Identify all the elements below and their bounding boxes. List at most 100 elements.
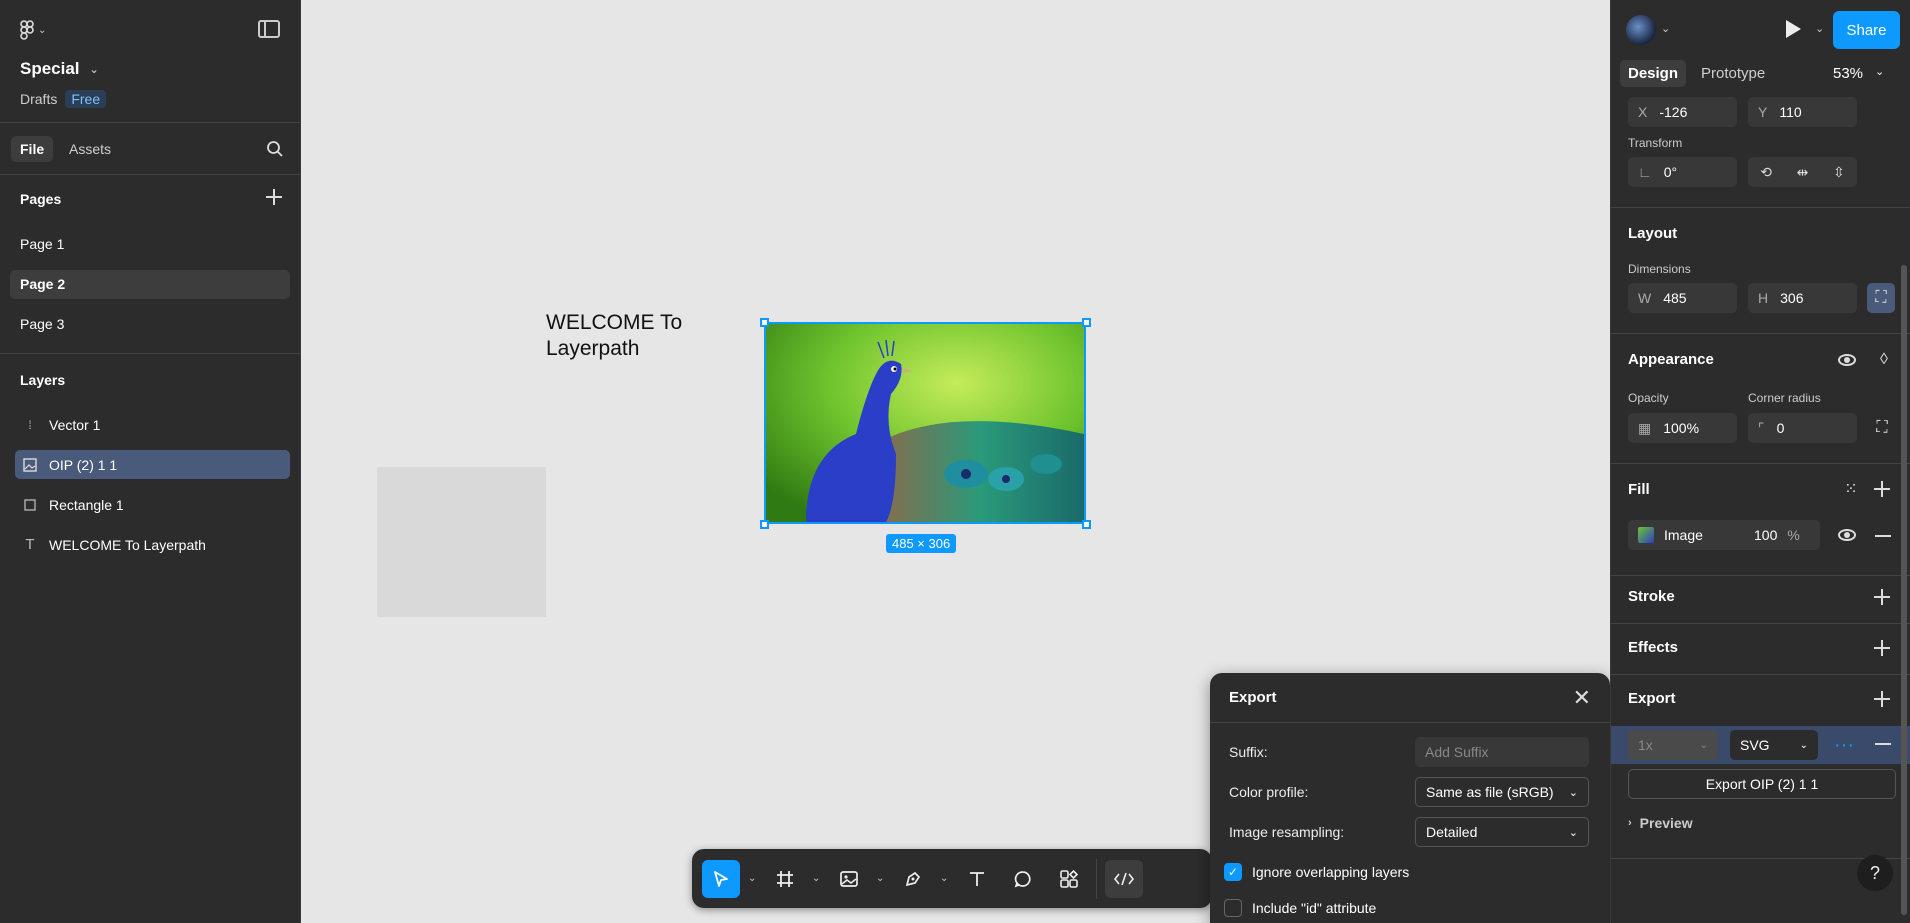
present-play-icon[interactable] xyxy=(1786,20,1801,38)
page-item-2[interactable]: Page 2 xyxy=(10,270,290,299)
export-layer-button[interactable]: Export OIP (2) 1 1 xyxy=(1628,769,1896,799)
layer-item-text[interactable]: T WELCOME To Layerpath xyxy=(15,530,290,559)
add-fill-icon[interactable] xyxy=(1874,481,1890,497)
opacity-icon: ▦ xyxy=(1638,419,1652,436)
drafts-link[interactable]: Drafts xyxy=(20,91,57,107)
styles-grid-icon[interactable]: ⁙ xyxy=(1836,474,1866,504)
main-menu-button[interactable]: ⌄ xyxy=(20,20,46,40)
panel-scrollbar[interactable] xyxy=(1901,265,1907,915)
resize-handle-top-right[interactable] xyxy=(1082,318,1091,327)
opacity-field[interactable]: ▦ 100% xyxy=(1628,413,1737,443)
rectangle-layer[interactable] xyxy=(377,467,546,617)
suffix-input[interactable]: Add Suffix xyxy=(1415,737,1589,767)
fill-row[interactable]: Image 100 % xyxy=(1628,520,1820,550)
export-format-select[interactable]: SVG ⌄ xyxy=(1730,730,1818,760)
resize-handle-bottom-left[interactable] xyxy=(760,520,769,529)
share-button[interactable]: Share xyxy=(1833,11,1900,49)
help-button[interactable]: ? xyxy=(1857,855,1893,891)
chevron-down-icon[interactable]: ⌄ xyxy=(812,873,822,884)
fill-visibility-eye-icon[interactable] xyxy=(1838,529,1856,541)
divider xyxy=(0,353,300,354)
constrain-proportions-icon[interactable]: ⛶ xyxy=(1867,283,1895,313)
preview-toggle[interactable]: › Preview xyxy=(1628,815,1693,831)
right-header: ⌄ ⌄ Share xyxy=(1611,0,1910,60)
add-export-icon[interactable] xyxy=(1874,691,1890,707)
cursor-icon xyxy=(714,870,728,887)
w-label: W xyxy=(1638,290,1652,306)
tab-design[interactable]: Design xyxy=(1620,60,1687,87)
suffix-row: Suffix: Add Suffix xyxy=(1229,737,1589,767)
independent-corners-icon[interactable]: ⛶ xyxy=(1867,413,1897,443)
add-stroke-icon[interactable] xyxy=(1874,589,1890,605)
height-field[interactable]: H 306 xyxy=(1748,283,1857,313)
file-name[interactable]: Special ⌄ xyxy=(20,59,99,79)
layer-item-rectangle[interactable]: Rectangle 1 xyxy=(15,490,290,519)
chevron-down-icon: ⌄ xyxy=(1568,786,1578,799)
figma-logo-icon xyxy=(20,20,34,40)
rectangle-icon xyxy=(23,498,37,512)
y-position-field[interactable]: Y 110 xyxy=(1748,97,1857,127)
frame-tool-button[interactable] xyxy=(766,860,804,898)
chevron-down-icon[interactable]: ⌄ xyxy=(1815,22,1824,35)
layer-item-image[interactable]: OIP (2) 1 1 xyxy=(15,450,290,479)
move-tool-button[interactable] xyxy=(702,859,740,898)
chevron-down-icon: ⌄ xyxy=(1568,826,1578,839)
ignore-overlapping-checkbox[interactable]: ✓ xyxy=(1224,863,1242,881)
pen-tool-button[interactable] xyxy=(894,860,932,898)
welcome-text-layer[interactable]: WELCOME To Layerpath xyxy=(546,310,706,362)
search-icon[interactable] xyxy=(266,140,284,158)
add-page-icon[interactable] xyxy=(266,189,282,205)
export-dialog: Export ✕ Suffix: Add Suffix Color profil… xyxy=(1210,673,1610,923)
resize-handle-top-left[interactable] xyxy=(760,318,769,327)
remove-export-icon[interactable] xyxy=(1875,743,1891,745)
chevron-down-icon[interactable]: ⌄ xyxy=(940,873,950,884)
include-id-checkbox[interactable] xyxy=(1224,899,1242,917)
resources-tool-button[interactable] xyxy=(1050,860,1088,898)
plan-badge[interactable]: Free xyxy=(65,90,107,108)
blend-mode-icon[interactable]: ◊ xyxy=(1873,345,1895,375)
rotate-90-icon[interactable]: ⟲ xyxy=(1760,164,1772,181)
comment-tool-button[interactable] xyxy=(1004,860,1042,898)
zoom-control[interactable]: 53% ⌄ xyxy=(1833,65,1884,82)
file-name-label: Special xyxy=(20,59,80,78)
peacock-image-layer[interactable] xyxy=(764,322,1086,524)
rotation-field[interactable]: ∟ 0° xyxy=(1628,157,1737,187)
dev-mode-toggle[interactable] xyxy=(1105,859,1143,898)
x-position-field[interactable]: X -126 xyxy=(1628,97,1737,127)
tab-file[interactable]: File xyxy=(11,136,54,162)
page-item-3[interactable]: Page 3 xyxy=(10,310,290,339)
visibility-eye-icon[interactable] xyxy=(1838,354,1856,366)
tab-prototype[interactable]: Prototype xyxy=(1693,60,1773,87)
chevron-down-icon[interactable]: ⌄ xyxy=(876,873,886,884)
flip-horizontal-icon[interactable]: ⇹ xyxy=(1797,164,1809,181)
chevron-down-icon[interactable]: ⌄ xyxy=(748,873,758,884)
corner-radius-field[interactable]: ⌜ 0 xyxy=(1748,413,1857,443)
more-options-icon[interactable]: ··· xyxy=(1829,730,1859,760)
resize-handle-bottom-right[interactable] xyxy=(1082,520,1091,529)
ignore-overlapping-option[interactable]: ✓ Ignore overlapping layers xyxy=(1224,863,1409,881)
width-field[interactable]: W 485 xyxy=(1628,283,1737,313)
color-profile-select[interactable]: Same as file (sRGB) ⌄ xyxy=(1415,777,1589,807)
include-id-option[interactable]: Include "id" attribute xyxy=(1224,899,1376,917)
flip-vertical-icon[interactable]: ⇳ xyxy=(1833,164,1845,181)
resampling-select[interactable]: Detailed ⌄ xyxy=(1415,817,1589,847)
tab-assets[interactable]: Assets xyxy=(60,136,120,162)
toggle-sidebar-icon[interactable] xyxy=(258,20,280,38)
canvas[interactable]: WELCOME To Layerpath 485 × 306 ⌄ ⌄ ⌄ ⌄ E… xyxy=(301,0,1610,923)
code-icon xyxy=(1113,872,1135,885)
add-effect-icon[interactable] xyxy=(1874,640,1890,656)
image-tool-button[interactable] xyxy=(830,860,868,898)
remove-fill-icon[interactable] xyxy=(1875,535,1891,537)
close-icon[interactable]: ✕ xyxy=(1573,685,1591,711)
text-tool-button[interactable] xyxy=(958,860,996,898)
avatar[interactable] xyxy=(1626,15,1656,45)
divider xyxy=(1611,623,1910,624)
layer-item-vector[interactable]: ⁞ Vector 1 xyxy=(15,410,290,439)
color-profile-label: Color profile: xyxy=(1229,784,1309,800)
page-item-1[interactable]: Page 1 xyxy=(10,230,290,259)
fill-opacity[interactable]: 100 xyxy=(1754,527,1777,543)
export-scale-select[interactable]: 1x ⌄ xyxy=(1628,730,1718,760)
corner-radius-value: 0 xyxy=(1776,420,1785,436)
right-sidebar: ⌄ ⌄ Share Design Prototype 53% ⌄ X -126 … xyxy=(1610,0,1910,923)
chevron-down-icon[interactable]: ⌄ xyxy=(1661,22,1670,35)
